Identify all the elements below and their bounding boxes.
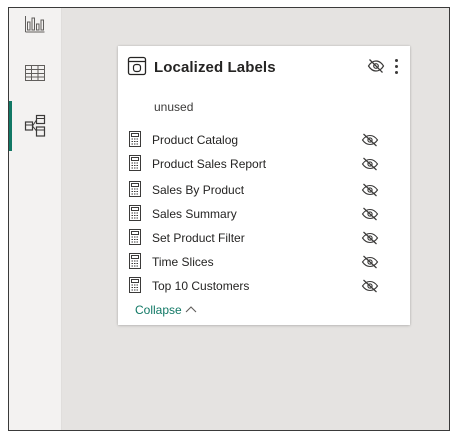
hidden-eye-icon[interactable] [361,255,379,269]
table-card[interactable]: Localized Labels unused Product Catalog … [118,46,410,325]
calculator-icon [129,205,141,221]
data-view-button[interactable] [9,51,61,95]
field-row[interactable]: Product Catalog [118,128,410,150]
calculator-icon [129,277,141,293]
section-label: unused [154,100,194,114]
field-label: Set Product Filter [152,231,245,245]
hidden-eye-icon[interactable] [361,157,379,171]
collapse-button[interactable]: Collapse [135,303,197,317]
field-row[interactable]: Time Slices [118,250,410,272]
app-frame: Localized Labels unused Product Catalog … [8,7,450,431]
table-title: Localized Labels [154,59,276,76]
report-view-button[interactable] [9,8,61,46]
field-label: Top 10 Customers [152,279,250,293]
field-label: Time Slices [152,255,214,269]
field-row[interactable]: Top 10 Customers [118,274,410,296]
more-options-icon[interactable] [391,57,401,77]
calculator-icon [129,155,141,171]
hidden-eye-icon[interactable] [361,133,379,147]
calculator-icon [129,181,141,197]
field-row[interactable]: Sales By Product [118,178,410,200]
hidden-eye-icon[interactable] [361,231,379,245]
hidden-eye-icon[interactable] [361,183,379,197]
field-row[interactable]: Set Product Filter [118,226,410,248]
hidden-eye-icon[interactable] [367,58,385,74]
model-diagram-icon [24,114,46,137]
collapse-label: Collapse [135,303,182,317]
model-view-button[interactable] [9,101,61,151]
view-switcher-rail [9,8,62,430]
field-label: Sales Summary [152,207,237,221]
field-row[interactable]: Sales Summary [118,202,410,224]
field-row[interactable]: Product Sales Report [118,152,410,174]
bar-chart-icon [25,16,45,33]
field-label: Sales By Product [152,183,245,197]
hidden-eye-icon[interactable] [361,279,379,293]
field-label: Product Catalog [152,133,239,147]
calculator-icon [129,253,141,269]
table-icon [127,56,147,76]
calculator-icon [129,229,141,245]
chevron-up-icon [185,306,197,313]
table-grid-icon [25,65,45,81]
hidden-eye-icon[interactable] [361,207,379,221]
field-label: Product Sales Report [152,157,267,171]
calculator-icon [129,131,141,147]
table-card-header[interactable]: Localized Labels [118,46,410,88]
